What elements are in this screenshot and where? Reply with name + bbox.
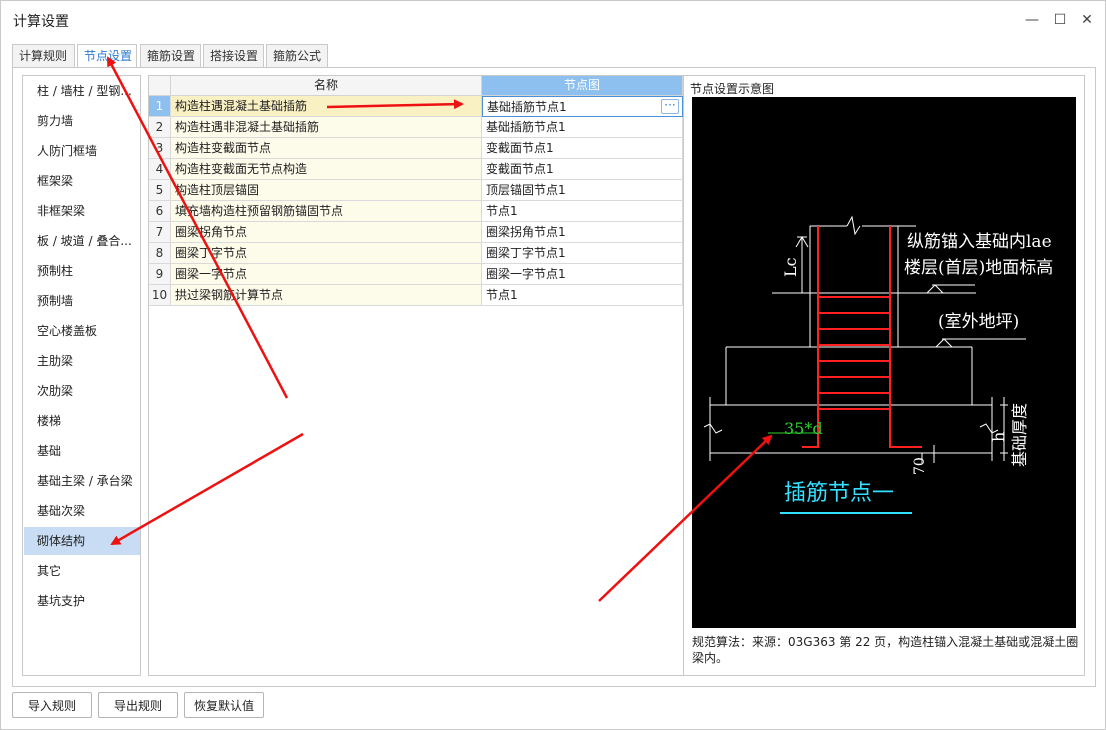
minimize-icon: —: [1025, 12, 1039, 28]
anchor-label: 纵筋锚入基础内lae: [907, 232, 1052, 252]
sidebar-item-foundation-secondary-beam[interactable]: 基础次梁: [24, 497, 140, 525]
diagram-label: 节点设置示意图: [690, 82, 775, 96]
sidebar-item-non-frame-beam[interactable]: 非框架梁: [24, 197, 140, 225]
foundation-thickness-label: 基础厚度: [1010, 403, 1029, 467]
node-diagram-svg: 纵筋锚入基础内lae 楼层(首层)地面标高 (室外地坪) Lc 35*d h 基…: [692, 97, 1076, 628]
row-name[interactable]: 构造柱遇混凝土基础插筋: [171, 96, 482, 117]
maximize-icon: ☐: [1053, 12, 1067, 28]
h-label: h: [989, 432, 1008, 442]
sidebar-item-foundation[interactable]: 基础: [24, 437, 140, 465]
title-bar: 计算设置 — ☐ ✕: [1, 1, 1105, 39]
row-name[interactable]: 构造柱变截面无节点构造: [171, 159, 482, 180]
table-row[interactable]: 10 拱过梁钢筋计算节点 节点1: [149, 285, 683, 306]
header-index: [149, 76, 171, 96]
row-node[interactable]: 节点1: [482, 201, 683, 222]
node-settings-table: 名称 节点图 1 构造柱遇混凝土基础插筋 基础插筋节点1 ··· 2 构造柱遇非…: [148, 75, 684, 676]
row-index: 7: [149, 222, 171, 243]
component-sidebar: 柱 / 墙柱 / 型钢... 剪力墙 人防门框墙 框架梁 非框架梁 板 / 坡道…: [22, 75, 141, 676]
restore-defaults-button[interactable]: 恢复默认值: [184, 692, 264, 718]
row-node[interactable]: 变截面节点1: [482, 138, 683, 159]
lc-label: Lc: [781, 257, 800, 277]
row-node: 基础插筋节点1: [487, 100, 567, 114]
maximize-button[interactable]: ☐: [1049, 9, 1071, 31]
header-node[interactable]: 节点图: [482, 76, 683, 96]
row-node[interactable]: 圈梁一字节点1: [482, 264, 683, 285]
close-icon: ✕: [1081, 12, 1093, 28]
window-title: 计算设置: [13, 14, 69, 30]
sidebar-item-civil-defense-door-wall[interactable]: 人防门框墙: [24, 137, 140, 165]
header-name[interactable]: 名称: [171, 76, 482, 96]
row-name[interactable]: 拱过梁钢筋计算节点: [171, 285, 482, 306]
row-node[interactable]: 圈梁拐角节点1: [482, 222, 683, 243]
row-index: 8: [149, 243, 171, 264]
row-name[interactable]: 圈梁一字节点: [171, 264, 482, 285]
sidebar-item-stair[interactable]: 楼梯: [24, 407, 140, 435]
sidebar-item-main-rib-beam[interactable]: 主肋梁: [24, 347, 140, 375]
row-index: 1: [149, 96, 171, 117]
sidebar-item-secondary-rib-beam[interactable]: 次肋梁: [24, 377, 140, 405]
table-row[interactable]: 4 构造柱变截面无节点构造 变截面节点1: [149, 159, 683, 180]
table-row[interactable]: 7 圈梁拐角节点 圈梁拐角节点1: [149, 222, 683, 243]
node-title: 插筋节点一: [784, 481, 894, 506]
row-name[interactable]: 圈梁丁字节点: [171, 243, 482, 264]
table-row[interactable]: 2 构造柱遇非混凝土基础插筋 基础插筋节点1: [149, 117, 683, 138]
row-node[interactable]: 节点1: [482, 285, 683, 306]
row-index: 6: [149, 201, 171, 222]
sidebar-item-frame-beam[interactable]: 框架梁: [24, 167, 140, 195]
import-rules-button[interactable]: 导入规则: [12, 692, 92, 718]
row-node-cell[interactable]: 基础插筋节点1 ···: [482, 96, 683, 117]
row-index: 5: [149, 180, 171, 201]
sidebar-item-precast-wall[interactable]: 预制墙: [24, 287, 140, 315]
sidebar-item-masonry[interactable]: 砌体结构: [24, 527, 140, 555]
row-node[interactable]: 顶层锚固节点1: [482, 180, 683, 201]
tab-stirrup-settings[interactable]: 箍筋设置: [140, 44, 201, 68]
row-index: 3: [149, 138, 171, 159]
outdoor-grade-label: (室外地坪): [938, 312, 1019, 332]
node-picker-button[interactable]: ···: [661, 99, 679, 114]
seventy-label: 70: [912, 457, 928, 475]
sidebar-item-foundation-main-beam[interactable]: 基础主梁 / 承台梁: [24, 467, 140, 495]
tab-node-settings[interactable]: 节点设置: [77, 44, 137, 69]
row-name[interactable]: 圈梁拐角节点: [171, 222, 482, 243]
table-row[interactable]: 5 构造柱顶层锚固 顶层锚固节点1: [149, 180, 683, 201]
rule-description: 规范算法：来源：03G363 第 22 页，构造柱锚入混凝土基础或混凝土圈梁内。: [692, 635, 1079, 665]
sidebar-item-other[interactable]: 其它: [24, 557, 140, 585]
sidebar-item-hollow-slab[interactable]: 空心楼盖板: [24, 317, 140, 345]
table-row[interactable]: 3 构造柱变截面节点 变截面节点1: [149, 138, 683, 159]
table-row[interactable]: 1 构造柱遇混凝土基础插筋 基础插筋节点1 ···: [149, 96, 683, 117]
table-header: 名称 节点图: [149, 76, 683, 96]
tab-calc-rules[interactable]: 计算规则: [12, 44, 75, 68]
row-index: 9: [149, 264, 171, 285]
sidebar-item-pit-support[interactable]: 基坑支护: [24, 587, 140, 615]
export-rules-button[interactable]: 导出规则: [98, 692, 178, 718]
table-row[interactable]: 8 圈梁丁字节点 圈梁丁字节点1: [149, 243, 683, 264]
sidebar-item-column[interactable]: 柱 / 墙柱 / 型钢...: [24, 77, 140, 105]
tab-lap-settings[interactable]: 搭接设置: [203, 44, 264, 68]
row-index: 10: [149, 285, 171, 306]
row-name[interactable]: 填充墙构造柱预留钢筋锚固节点: [171, 201, 482, 222]
row-index: 4: [149, 159, 171, 180]
sidebar-item-shear-wall[interactable]: 剪力墙: [24, 107, 140, 135]
tab-stirrup-formula[interactable]: 箍筋公式: [266, 44, 328, 68]
row-node[interactable]: 圈梁丁字节点1: [482, 243, 683, 264]
sidebar-item-precast-column[interactable]: 预制柱: [24, 257, 140, 285]
floor-level-label: 楼层(首层)地面标高: [904, 258, 1053, 278]
row-name[interactable]: 构造柱顶层锚固: [171, 180, 482, 201]
row-index: 2: [149, 117, 171, 138]
row-name[interactable]: 构造柱变截面节点: [171, 138, 482, 159]
node-diagram: 纵筋锚入基础内lae 楼层(首层)地面标高 (室外地坪) Lc 35*d h 基…: [692, 97, 1076, 628]
anchor-length-label: 35*d: [784, 419, 823, 438]
close-button[interactable]: ✕: [1076, 9, 1098, 31]
table-row[interactable]: 6 填充墙构造柱预留钢筋锚固节点 节点1: [149, 201, 683, 222]
table-row[interactable]: 9 圈梁一字节点 圈梁一字节点1: [149, 264, 683, 285]
sidebar-item-slab[interactable]: 板 / 坡道 / 叠合...: [24, 227, 140, 255]
minimize-button[interactable]: —: [1021, 9, 1043, 31]
row-node[interactable]: 变截面节点1: [482, 159, 683, 180]
row-name[interactable]: 构造柱遇非混凝土基础插筋: [171, 117, 482, 138]
row-node[interactable]: 基础插筋节点1: [482, 117, 683, 138]
